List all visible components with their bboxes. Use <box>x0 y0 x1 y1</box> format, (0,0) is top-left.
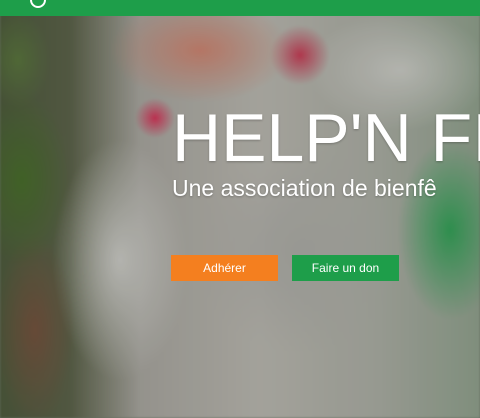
hero-title: HELP'N FI <box>172 104 480 176</box>
page: HELP'N FI Une association de bienfê Adhé… <box>0 0 480 418</box>
hero-subtitle: Une association de bienfê <box>172 175 437 201</box>
logo-circle-icon[interactable] <box>30 0 46 8</box>
hero-overlay <box>0 0 480 418</box>
donate-button[interactable]: Faire un don <box>292 255 399 281</box>
join-button[interactable]: Adhérer <box>171 255 278 281</box>
cta-buttons: Adhérer Faire un don <box>171 255 399 281</box>
hero-content: HELP'N FI Une association de bienfê <box>172 104 480 202</box>
top-navigation-bar <box>0 0 480 16</box>
